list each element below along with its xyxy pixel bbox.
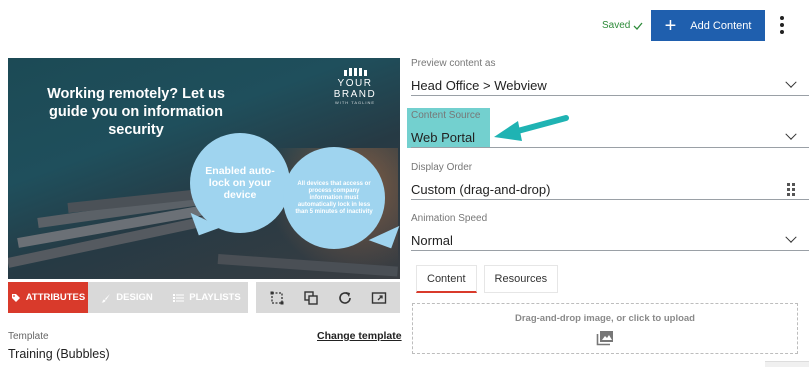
preview-as-value: Head Office > Webview — [411, 77, 547, 93]
add-content-button[interactable]: + Add Content — [651, 10, 765, 41]
display-order-label: Display Order — [411, 162, 473, 173]
saved-label: Saved — [602, 20, 631, 31]
tab-attributes-label: ATTRIBUTES — [25, 292, 86, 303]
saved-status: Saved — [602, 20, 643, 31]
crop-icon[interactable] — [267, 288, 287, 308]
tab-content[interactable]: Content — [416, 265, 477, 293]
tab-resources[interactable]: Resources — [483, 265, 559, 293]
animation-speed-label: Animation Speed — [411, 213, 488, 224]
list-icon — [173, 293, 185, 302]
annotation-arrow-icon — [494, 115, 569, 141]
check-icon — [633, 22, 643, 30]
fullscreen-icon[interactable] — [369, 288, 389, 308]
copy-icon[interactable] — [301, 288, 321, 308]
speech-bubble-1: Enabled auto-lock on your device — [190, 133, 290, 233]
tag-icon — [11, 293, 20, 302]
preview-as-label: Preview content as — [411, 58, 496, 69]
display-order-field[interactable]: Display Order Custom (drag-and-drop) — [411, 162, 809, 200]
template-value: Training (Bubbles) — [8, 347, 110, 361]
chevron-down-icon — [785, 76, 797, 88]
content-source-value: Web Portal — [411, 129, 476, 145]
editor-tabs: ATTRIBUTES DESIGN PLAYLISTS — [8, 282, 248, 313]
animation-speed-value: Normal — [411, 232, 453, 248]
brand-name: YOUR BRAND — [333, 78, 377, 100]
preview-as-select[interactable]: Preview content as Head Office > Webview — [411, 58, 809, 96]
image-icon — [596, 331, 613, 346]
drag-handle-icon[interactable] — [787, 182, 795, 196]
add-content-label: Add Content — [690, 19, 752, 32]
tab-design[interactable]: DESIGN — [88, 282, 166, 313]
more-options-icon[interactable] — [777, 13, 787, 37]
chevron-down-icon — [785, 128, 797, 140]
content-source-select[interactable]: Content Source Web Portal — [411, 110, 809, 148]
tab-design-label: DESIGN — [116, 292, 153, 303]
tab-attributes[interactable]: ATTRIBUTES — [8, 282, 88, 313]
bubble1-text: Enabled auto-lock on your device — [205, 165, 275, 201]
brush-icon — [101, 293, 111, 303]
content-tabs: Content Resources — [416, 265, 559, 293]
image-upload-dropzone[interactable]: Drag-and-drop image, or click to upload — [412, 303, 798, 354]
panel-edge — [765, 361, 809, 367]
preview-headline: Working remotely? Let us guide you on in… — [47, 86, 225, 138]
refresh-icon[interactable] — [335, 288, 355, 308]
content-preview: Working remotely? Let us guide you on in… — [8, 58, 400, 279]
bubble2-text: All devices that access or process compa… — [295, 180, 373, 215]
content-source-label: Content Source — [411, 110, 481, 121]
template-label: Template — [8, 331, 49, 342]
speech-bubble-2: All devices that access or process compa… — [283, 147, 385, 249]
upload-text: Drag-and-drop image, or click to upload — [515, 313, 695, 324]
brand-logo: YOUR BRAND WITH TAGLINE — [320, 68, 390, 105]
chevron-down-icon — [785, 231, 797, 243]
change-template-link[interactable]: Change template — [317, 330, 402, 342]
tab-playlists-label: PLAYLISTS — [189, 292, 241, 303]
tab-playlists[interactable]: PLAYLISTS — [166, 282, 248, 313]
animation-speed-select[interactable]: Animation Speed Normal — [411, 213, 809, 251]
preview-toolbox — [256, 282, 400, 313]
plus-icon: + — [664, 14, 677, 37]
display-order-value: Custom (drag-and-drop) — [411, 181, 551, 197]
brand-tagline: WITH TAGLINE — [334, 100, 376, 105]
